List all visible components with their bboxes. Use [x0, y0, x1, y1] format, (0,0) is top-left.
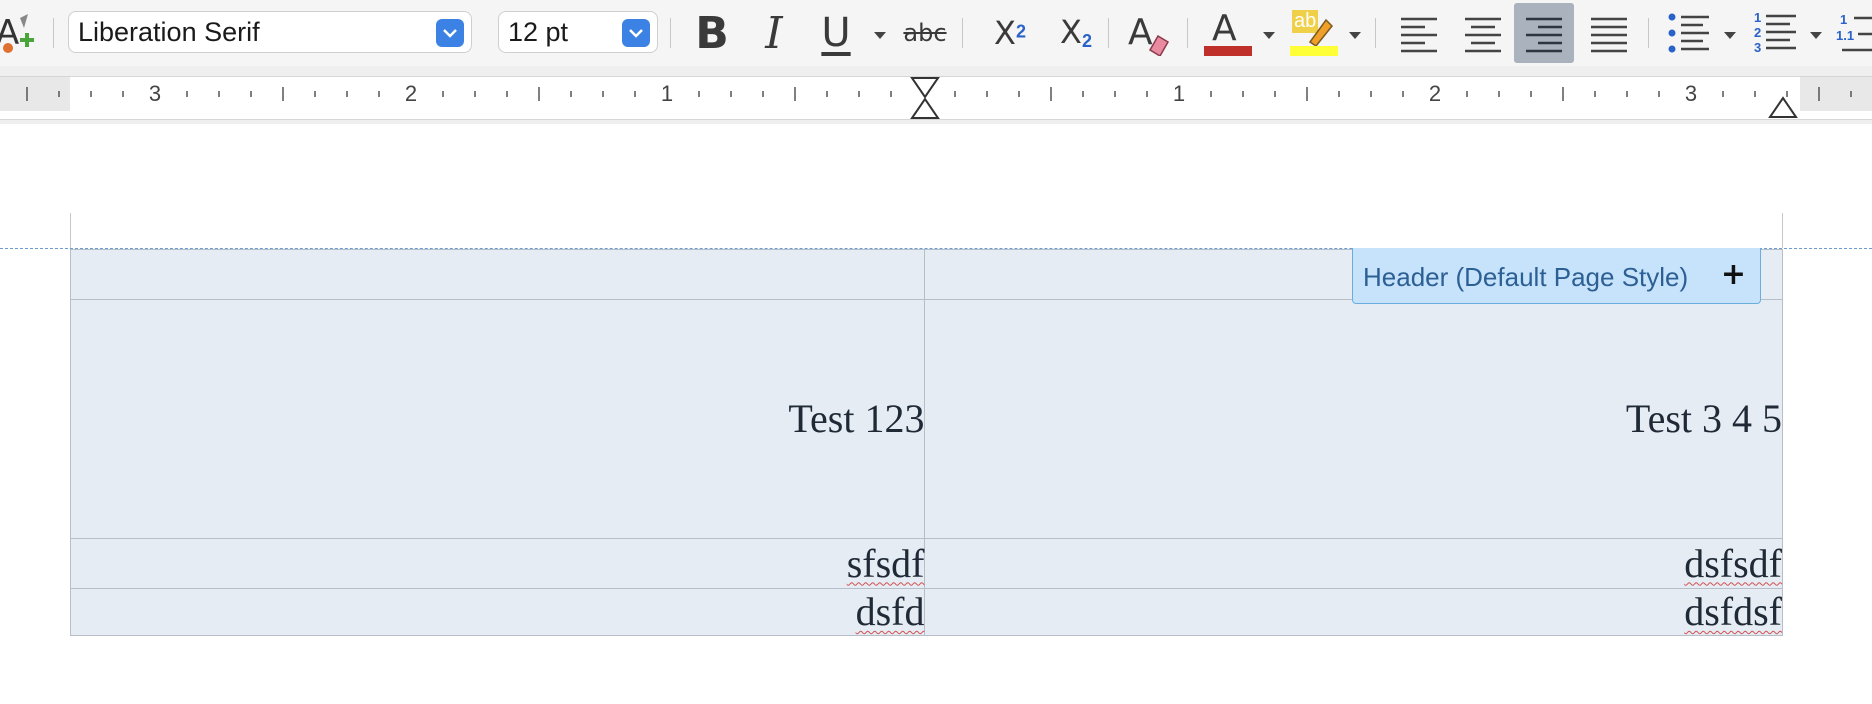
plus-icon[interactable]: + [1721, 257, 1746, 292]
font-color-dropdown-icon[interactable] [1263, 32, 1275, 39]
clear-formatting-icon: A [1124, 10, 1170, 56]
superscript-button[interactable]: X2 [982, 8, 1038, 58]
italic-icon: I [765, 7, 783, 59]
bullet-list-dropdown-icon[interactable] [1724, 32, 1736, 39]
superscript-icon: X2 [994, 14, 1026, 52]
header-table: Test 123 Test 3 4 5 sfsdf dsfsdf dsfd ds… [69, 249, 1783, 636]
ruler-number: 1 [1172, 81, 1186, 106]
align-center-icon [1465, 17, 1501, 53]
ruler-number: 1 [660, 81, 674, 106]
align-left-icon [1401, 17, 1437, 53]
numbered-list-button[interactable]: 1 2 3 [1748, 6, 1802, 60]
italic-button[interactable]: I [752, 7, 796, 59]
numbered-list-dropdown-icon[interactable] [1810, 32, 1822, 39]
strikethrough-button[interactable]: abc [900, 10, 950, 56]
font-size-combo[interactable]: 12 pt [498, 11, 658, 53]
cell-text: sfsdf [846, 540, 925, 586]
bold-icon: B [695, 7, 729, 59]
styles-icon[interactable]: A [0, 10, 42, 56]
table-cell[interactable]: dsfd [69, 588, 926, 636]
horizontal-ruler[interactable]: 3 2 1 1 2 3 [0, 76, 1872, 120]
ruler-number: 3 [1684, 81, 1698, 106]
font-color-button[interactable]: A [1200, 8, 1254, 58]
numbered-list-icon: 1 2 3 [1752, 10, 1798, 56]
align-right-button[interactable] [1514, 3, 1574, 63]
table-cell[interactable]: Test 3 4 5 [924, 299, 1783, 539]
align-center-button[interactable] [1456, 6, 1510, 60]
align-right-icon [1526, 17, 1562, 53]
highlight-icon: ab [1288, 8, 1338, 58]
clear-formatting-button[interactable]: A [1122, 8, 1172, 58]
underline-icon: U [821, 10, 851, 56]
outline-list-icon: 1 1.1 [1834, 10, 1872, 56]
first-line-indent-marker-icon[interactable] [910, 77, 940, 119]
toolbar-separator [962, 18, 963, 48]
chevron-down-icon[interactable] [436, 19, 464, 47]
table-row: Test 123 Test 3 4 5 [69, 299, 1783, 539]
cell-text: dsfsdf [1684, 540, 1782, 586]
justify-button[interactable] [1582, 6, 1636, 60]
ruler-number: 2 [404, 81, 418, 106]
table-row: dsfd dsfdsf [69, 588, 1783, 636]
toolbar-separator [1108, 18, 1109, 48]
align-left-button[interactable] [1392, 6, 1446, 60]
formatting-toolbar: A Liberation Serif 12 pt B I U abc X2 X2… [0, 0, 1872, 67]
subscript-button[interactable]: X2 [1048, 8, 1104, 58]
toolbar-separator [670, 18, 671, 48]
toolbar-separator [1375, 18, 1376, 48]
page-edge-left [70, 213, 71, 248]
font-color-swatch [1204, 46, 1252, 56]
toolbar-separator [53, 18, 54, 48]
table-row: sfsdf dsfsdf [69, 538, 1783, 589]
font-name-value: Liberation Serif [78, 17, 260, 47]
table-cell[interactable]: dsfsdf [924, 538, 1783, 589]
table-cell[interactable]: dsfdsf [924, 588, 1783, 636]
toolbar-separator [1648, 18, 1649, 48]
subscript-icon: X2 [1060, 13, 1092, 52]
cell-text: Test 123 [788, 396, 925, 441]
ruler-number: 2 [1428, 81, 1442, 106]
bold-button[interactable]: B [690, 7, 734, 59]
table-cell[interactable]: Test 123 [69, 299, 926, 539]
cell-text: dsfdsf [1684, 589, 1782, 634]
page-edge-right [1782, 213, 1783, 248]
underline-button[interactable]: U [814, 8, 858, 58]
strikethrough-icon: abc [903, 19, 947, 47]
highlight-color-swatch [1290, 46, 1338, 56]
highlight-button[interactable]: ab [1286, 8, 1340, 58]
bullet-list-icon [1668, 13, 1709, 53]
font-color-icon: A [1202, 8, 1252, 58]
right-indent-marker-icon[interactable] [1768, 95, 1798, 119]
table-cell[interactable] [69, 249, 926, 300]
ruler-number: 3 [148, 81, 162, 106]
header-tag-label: Header (Default Page Style) [1363, 262, 1689, 292]
outline-list-button[interactable]: 1 1.1 [1834, 6, 1872, 60]
header-tag-button[interactable]: Header (Default Page Style) + [1352, 248, 1761, 304]
justify-icon [1591, 17, 1627, 53]
highlight-dropdown-icon[interactable] [1349, 32, 1361, 39]
font-size-value: 12 pt [508, 17, 569, 47]
table-cell[interactable]: sfsdf [69, 538, 926, 589]
bullet-list-button[interactable] [1662, 6, 1716, 60]
cell-text: Test 3 4 5 [1625, 396, 1782, 441]
font-name-combo[interactable]: Liberation Serif [68, 11, 472, 53]
cell-text: dsfd [855, 589, 925, 634]
chevron-down-icon[interactable] [622, 19, 650, 47]
toolbar-separator [1187, 18, 1188, 48]
underline-dropdown-icon[interactable] [874, 32, 886, 39]
